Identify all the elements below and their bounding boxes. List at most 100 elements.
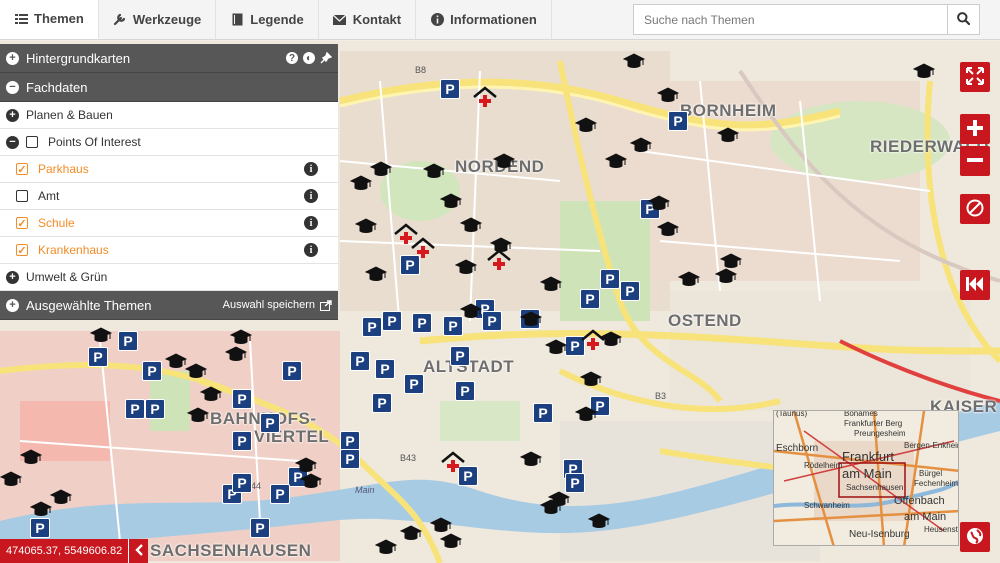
help-icon[interactable]: ? — [286, 52, 298, 64]
parking-marker[interactable]: P — [362, 317, 382, 337]
school-marker[interactable] — [575, 117, 597, 133]
school-marker[interactable] — [230, 329, 252, 345]
parking-marker[interactable]: P — [282, 361, 302, 381]
collapse-coordinates-button[interactable] — [128, 539, 149, 563]
school-marker[interactable] — [440, 193, 462, 209]
parking-marker[interactable]: P — [382, 311, 402, 331]
layer-checkbox[interactable] — [16, 190, 28, 202]
hospital-marker[interactable] — [440, 451, 466, 473]
hospital-marker[interactable] — [472, 86, 498, 108]
school-marker[interactable] — [545, 339, 567, 355]
parking-marker[interactable]: P — [412, 313, 432, 333]
school-marker[interactable] — [575, 406, 597, 422]
overview-map[interactable]: Bonames Frankfurter Berg Preungesheim Be… — [773, 410, 959, 546]
parking-marker[interactable]: P — [125, 399, 145, 419]
parking-marker[interactable]: P — [118, 331, 138, 351]
school-marker[interactable] — [300, 473, 322, 489]
group-checkbox[interactable] — [26, 136, 38, 148]
school-marker[interactable] — [605, 153, 627, 169]
tab-legende[interactable]: Legende — [216, 0, 319, 39]
zoom-out-button[interactable] — [960, 146, 990, 176]
parking-marker[interactable]: P — [455, 381, 475, 401]
school-marker[interactable] — [355, 218, 377, 234]
group-planen-bauen[interactable]: + Planen & Bauen — [0, 102, 338, 129]
school-marker[interactable] — [715, 268, 737, 284]
layer-checkbox[interactable]: ✓ — [16, 244, 28, 257]
school-marker[interactable] — [400, 525, 422, 541]
school-marker[interactable] — [657, 221, 679, 237]
parking-marker[interactable]: P — [620, 281, 640, 301]
school-marker[interactable] — [187, 407, 209, 423]
school-marker[interactable] — [460, 303, 482, 319]
school-marker[interactable] — [717, 127, 739, 143]
parking-marker[interactable]: P — [30, 518, 50, 538]
search-button[interactable] — [947, 4, 980, 35]
school-marker[interactable] — [540, 499, 562, 515]
school-marker[interactable] — [375, 539, 397, 555]
tab-kontakt[interactable]: Kontakt — [319, 0, 417, 39]
school-marker[interactable] — [423, 163, 445, 179]
school-marker[interactable] — [50, 489, 72, 505]
tab-informationen[interactable]: Informationen — [416, 0, 552, 39]
parking-marker[interactable]: P — [600, 269, 620, 289]
info-icon[interactable]: i — [304, 216, 318, 230]
school-marker[interactable] — [430, 517, 452, 533]
school-marker[interactable] — [30, 501, 52, 517]
school-marker[interactable] — [295, 457, 317, 473]
school-marker[interactable] — [580, 371, 602, 387]
hospital-marker[interactable] — [410, 237, 436, 259]
school-marker[interactable] — [460, 217, 482, 233]
search-input[interactable] — [633, 4, 947, 35]
parking-marker[interactable]: P — [232, 389, 252, 409]
hintergrundkarten-header[interactable]: + Hintergrundkarten ? ◐ — [0, 44, 338, 73]
school-marker[interactable] — [520, 311, 542, 327]
parking-marker[interactable]: P — [232, 473, 252, 493]
parking-marker[interactable]: P — [404, 374, 424, 394]
info-icon[interactable]: i — [304, 243, 318, 257]
parking-marker[interactable]: P — [668, 111, 688, 131]
info-icon[interactable]: i — [304, 162, 318, 176]
parking-marker[interactable]: P — [142, 361, 162, 381]
parking-marker[interactable]: P — [482, 311, 502, 331]
school-marker[interactable] — [225, 346, 247, 362]
school-marker[interactable] — [350, 175, 372, 191]
ausgewaehlte-themen-header[interactable]: + Ausgewählte Themen Auswahl speichern — [0, 291, 338, 320]
school-marker[interactable] — [370, 161, 392, 177]
parking-marker[interactable]: P — [232, 431, 252, 451]
parking-marker[interactable]: P — [533, 403, 553, 423]
layer-checkbox[interactable]: ✓ — [16, 217, 28, 230]
parking-marker[interactable]: P — [443, 316, 463, 336]
parking-marker[interactable]: P — [580, 289, 600, 309]
group-points-of-interest[interactable]: − Points Of Interest — [0, 129, 338, 156]
parking-marker[interactable]: P — [450, 346, 470, 366]
parking-marker[interactable]: P — [565, 473, 585, 493]
parking-marker[interactable]: P — [260, 413, 280, 433]
layer-schule[interactable]: ✓ Schule i — [0, 210, 338, 237]
school-marker[interactable] — [90, 327, 112, 343]
parking-marker[interactable]: P — [350, 351, 370, 371]
parking-marker[interactable]: P — [88, 347, 108, 367]
school-marker[interactable] — [493, 153, 515, 169]
parking-marker[interactable]: P — [375, 359, 395, 379]
school-marker[interactable] — [20, 449, 42, 465]
parking-marker[interactable]: P — [145, 399, 165, 419]
save-selection-link[interactable]: Auswahl speichern — [223, 299, 332, 311]
school-marker[interactable] — [588, 513, 610, 529]
school-marker[interactable] — [365, 266, 387, 282]
school-marker[interactable] — [657, 87, 679, 103]
tab-werkzeuge[interactable]: Werkzeuge — [99, 0, 217, 39]
globe-button[interactable] — [960, 522, 990, 552]
school-marker[interactable] — [165, 353, 187, 369]
layer-parkhaus[interactable]: ✓ Parkhaus i — [0, 156, 338, 183]
school-marker[interactable] — [440, 533, 462, 549]
school-marker[interactable] — [540, 276, 562, 292]
parking-marker[interactable]: P — [440, 79, 460, 99]
layer-krankenhaus[interactable]: ✓ Krankenhaus i — [0, 237, 338, 264]
parking-marker[interactable]: P — [270, 484, 290, 504]
pin-icon[interactable] — [320, 52, 332, 64]
layer-checkbox[interactable]: ✓ — [16, 163, 28, 176]
parking-marker[interactable]: P — [372, 393, 392, 413]
zoom-in-button[interactable] — [960, 114, 990, 144]
clear-button[interactable] — [960, 194, 990, 224]
school-marker[interactable] — [0, 471, 22, 487]
